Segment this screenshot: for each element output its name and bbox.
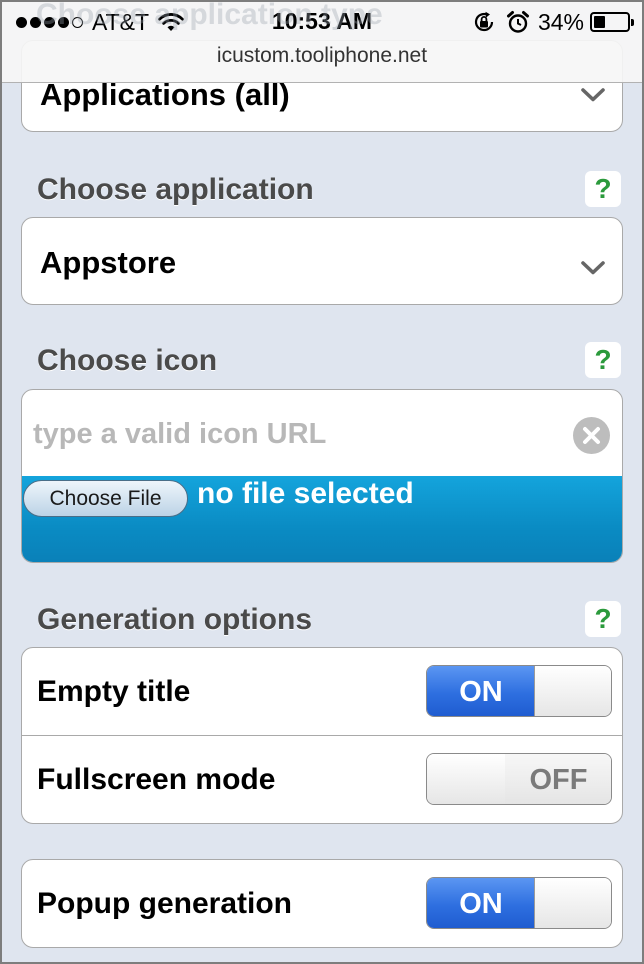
battery-nub [631, 19, 634, 26]
icon-field: Choose File no file selected [21, 389, 623, 563]
generation-options-label: Generation options [37, 603, 313, 636]
battery-fill [594, 16, 605, 28]
icon-url-input[interactable] [22, 390, 562, 478]
choose-application-label: Choose application [37, 173, 314, 206]
choose-file-button[interactable]: Choose File [23, 480, 188, 517]
help-icon[interactable]: ? [585, 342, 621, 378]
chevron-down-icon [581, 261, 605, 275]
fullscreen-mode-toggle[interactable]: OFF [426, 753, 612, 805]
url-text: icustom.tooliphone.net [216, 44, 428, 67]
application-select[interactable]: Appstore [21, 217, 623, 305]
chevron-down-icon [581, 88, 605, 102]
option-row-empty-title: Empty title ON [22, 648, 622, 735]
status-right: 34% [472, 8, 634, 36]
choose-icon-label: Choose icon [37, 344, 218, 377]
battery-icon [590, 12, 634, 32]
toggle-state-label: ON [427, 666, 535, 716]
help-icon[interactable]: ? [585, 601, 621, 637]
help-icon[interactable]: ? [585, 171, 621, 207]
option-row-fullscreen-mode: Fullscreen mode OFF [22, 735, 622, 823]
file-status-text: no file selected [197, 477, 414, 510]
toggle-knob [534, 666, 611, 716]
url-bar[interactable]: icustom.tooliphone.net [0, 44, 644, 83]
toggle-knob [534, 878, 611, 928]
toggle-knob [427, 754, 507, 804]
option-label: Popup generation [37, 887, 292, 920]
toggle-state-label: OFF [505, 754, 611, 804]
option-row-popup-generation: Popup generation ON [22, 860, 622, 947]
popup-generation-toggle[interactable]: ON [426, 877, 612, 929]
battery-percent: 34% [537, 8, 584, 35]
generation-options-group: Empty title ON Fullscreen mode OFF [21, 647, 623, 824]
alarm-icon [506, 11, 529, 33]
application-select-value: Appstore [40, 245, 177, 280]
file-upload-area: Choose File no file selected [22, 476, 622, 562]
page-header-title: Choose application type [36, 0, 383, 31]
empty-title-toggle[interactable]: ON [426, 665, 612, 717]
orientation-lock-icon [474, 11, 494, 32]
toggle-state-label: ON [427, 878, 535, 928]
popup-options-group: Popup generation ON [21, 859, 623, 948]
clear-icon[interactable] [573, 417, 610, 454]
option-label: Empty title [37, 675, 191, 708]
option-label: Fullscreen mode [37, 763, 276, 796]
mobile-screen: AT&T 10:53 AM 34% icustom.tooliphone.net… [0, 0, 644, 964]
